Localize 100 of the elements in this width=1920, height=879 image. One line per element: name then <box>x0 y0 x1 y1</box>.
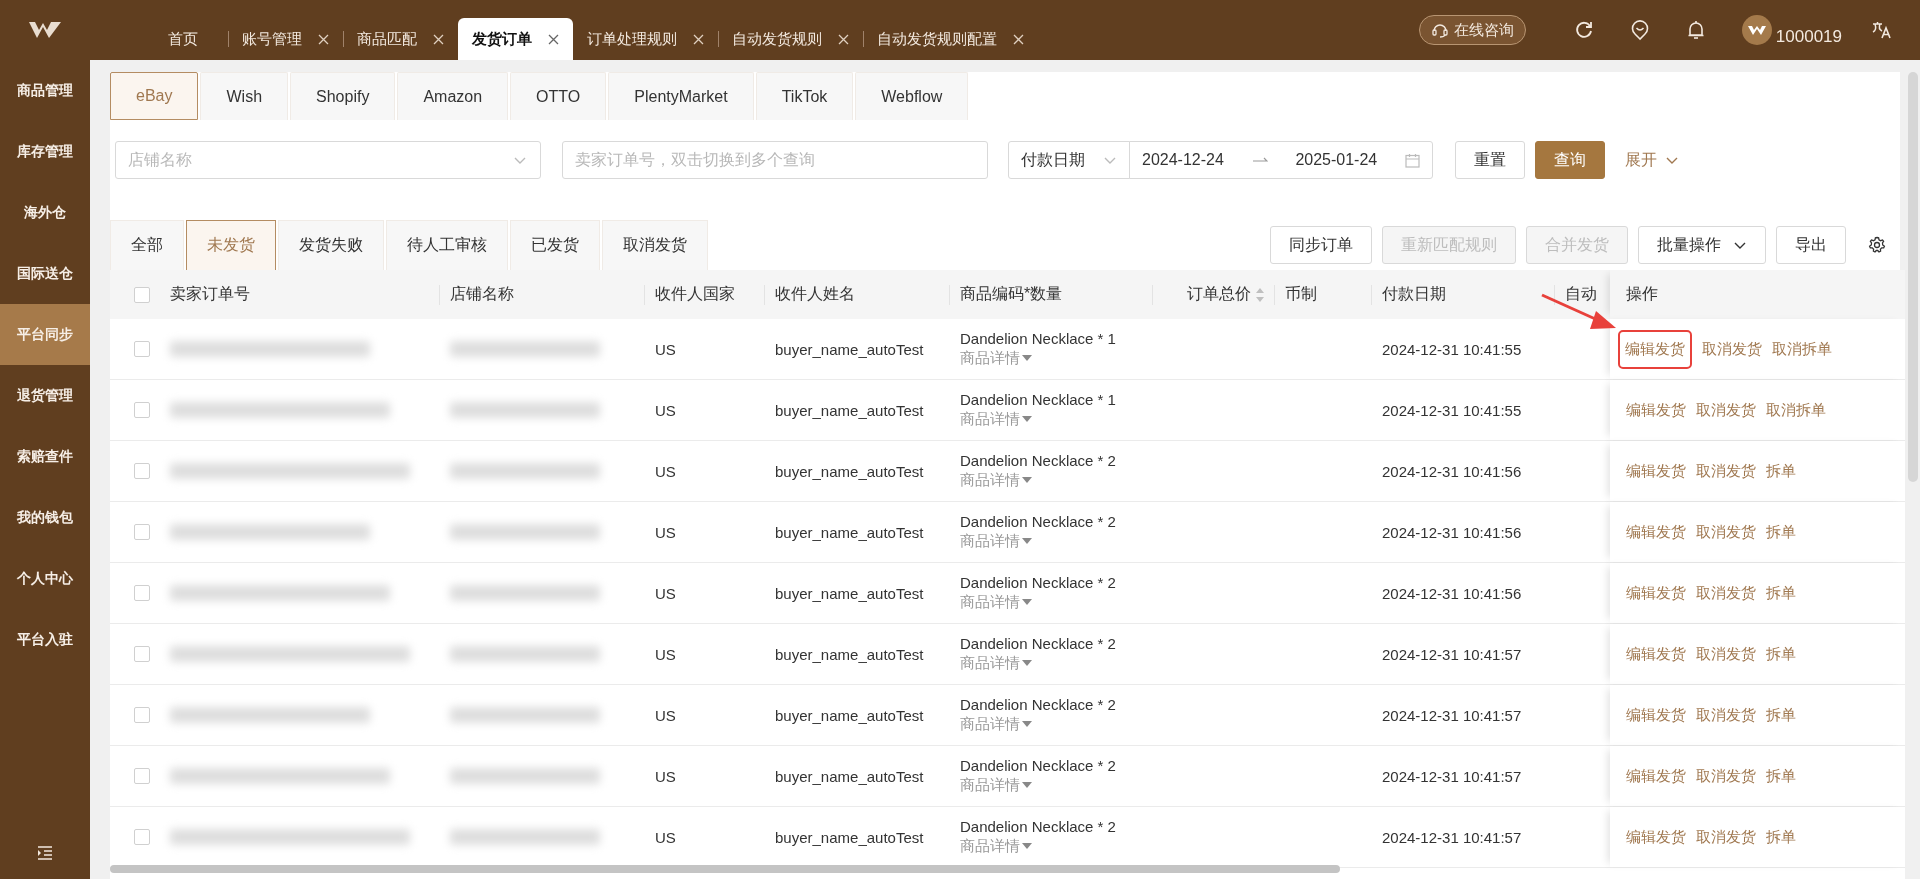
collapse-menu-icon[interactable] <box>37 846 53 860</box>
online-consult-button[interactable]: 在线咨询 <box>1418 15 1526 45</box>
row-checkbox[interactable] <box>134 646 150 662</box>
status-tab[interactable]: 取消发货 <box>602 220 708 270</box>
action-link[interactable]: 取消发货 <box>1696 583 1756 603</box>
platform-tab[interactable]: OTTO <box>510 72 607 120</box>
row-checkbox[interactable] <box>134 524 150 540</box>
action-link[interactable]: 编辑发货 <box>1626 583 1686 603</box>
action-link[interactable]: 取消发货 <box>1696 827 1756 847</box>
scrollbar-thumb[interactable] <box>1908 72 1918 482</box>
sidebar-item[interactable]: 个人中心 <box>0 548 90 609</box>
page-tab[interactable]: 首页 <box>138 18 228 60</box>
platform-tab[interactable]: TikTok <box>755 72 854 120</box>
action-link[interactable]: 拆单 <box>1766 461 1796 481</box>
product-details-toggle[interactable]: 商品详情 <box>960 776 1032 795</box>
refresh-icon[interactable] <box>1573 20 1594 40</box>
close-icon[interactable] <box>548 33 559 45</box>
batch-actions-dropdown[interactable]: 批量操作 <box>1638 226 1766 264</box>
action-link[interactable]: 取消发货 <box>1702 339 1762 359</box>
action-link[interactable]: 编辑发货 <box>1626 644 1686 664</box>
order-number-field[interactable]: 卖家订单号，双击切换到多个查询 <box>562 141 988 179</box>
date-range-field[interactable]: 2024-12-24 2025-01-24 <box>1129 141 1433 179</box>
action-link[interactable]: 拆单 <box>1766 522 1796 542</box>
row-checkbox[interactable] <box>134 463 150 479</box>
action-link[interactable]: 取消发货 <box>1696 400 1756 420</box>
status-tab[interactable]: 已发货 <box>510 220 600 270</box>
action-link[interactable]: 拆单 <box>1766 766 1796 786</box>
action-link[interactable]: 取消拆单 <box>1772 339 1832 359</box>
action-link[interactable]: 取消发货 <box>1696 644 1756 664</box>
toolbar-button[interactable]: 导出 <box>1776 226 1846 264</box>
date-type-select[interactable]: 付款日期 <box>1008 141 1130 179</box>
user-id[interactable]: 1000019 <box>1775 28 1842 45</box>
country-cell: US <box>655 340 676 358</box>
reset-button[interactable]: 重置 <box>1455 141 1525 179</box>
sidebar-item[interactable]: 我的钱包 <box>0 487 90 548</box>
sidebar-item[interactable]: 商品管理 <box>0 60 90 121</box>
row-checkbox[interactable] <box>134 341 150 357</box>
platform-tab[interactable]: eBay <box>110 72 199 120</box>
action-link[interactable]: 编辑发货 <box>1626 705 1686 725</box>
page-tab[interactable]: 发货订单 <box>458 18 573 60</box>
product-details-toggle[interactable]: 商品详情 <box>960 471 1032 490</box>
platform-tab[interactable]: Amazon <box>397 72 509 120</box>
action-link[interactable]: 拆单 <box>1766 705 1796 725</box>
sidebar-item[interactable]: 平台同步 <box>0 304 90 365</box>
action-link[interactable]: 编辑发货 <box>1626 522 1686 542</box>
action-link[interactable]: 拆单 <box>1766 827 1796 847</box>
platform-tab[interactable]: PlentyMarket <box>608 72 754 120</box>
page-tab[interactable]: 订单处理规则 <box>573 18 718 60</box>
action-link[interactable]: 取消发货 <box>1696 705 1756 725</box>
sidebar-item[interactable]: 退货管理 <box>0 365 90 426</box>
row-checkbox[interactable] <box>134 585 150 601</box>
product-details-toggle[interactable]: 商品详情 <box>960 654 1032 673</box>
product-details-toggle[interactable]: 商品详情 <box>960 349 1032 368</box>
platform-tab[interactable]: Webflow <box>855 72 969 120</box>
product-details-toggle[interactable]: 商品详情 <box>960 715 1032 734</box>
select-all-checkbox[interactable] <box>134 286 150 303</box>
avatar-icon[interactable] <box>1741 15 1772 45</box>
status-tab[interactable]: 未发货 <box>186 220 276 270</box>
action-link[interactable]: 编辑发货 <box>1626 766 1686 786</box>
sidebar-item[interactable]: 国际送仓 <box>0 243 90 304</box>
sidebar-item[interactable]: 海外仓 <box>0 182 90 243</box>
action-link[interactable]: 取消拆单 <box>1766 400 1826 420</box>
expand-button[interactable]: 展开 <box>1619 148 1685 172</box>
sidebar-item[interactable]: 索赔查件 <box>0 426 90 487</box>
page-tab[interactable]: 自动发货规则 <box>718 18 863 60</box>
product-details-toggle[interactable]: 商品详情 <box>960 532 1032 551</box>
sidebar-item[interactable]: 库存管理 <box>0 121 90 182</box>
action-link[interactable]: 编辑发货 <box>1626 461 1686 481</box>
action-link[interactable]: 拆单 <box>1766 583 1796 603</box>
smiley-pin-icon[interactable] <box>1629 19 1650 41</box>
action-link[interactable]: 编辑发货 <box>1626 827 1686 847</box>
toolbar-button[interactable]: 同步订单 <box>1270 226 1372 264</box>
action-link[interactable]: 编辑发货 <box>1618 329 1692 369</box>
product-details-toggle[interactable]: 商品详情 <box>960 837 1032 856</box>
status-tab[interactable]: 发货失败 <box>278 220 384 270</box>
action-link[interactable]: 取消发货 <box>1696 766 1756 786</box>
status-tab[interactable]: 待人工审核 <box>386 220 508 270</box>
platform-tab[interactable]: Shopify <box>290 72 396 120</box>
horizontal-scrollbar[interactable] <box>110 865 1340 873</box>
page-tab[interactable]: 自动发货规则配置 <box>863 18 1038 60</box>
product-details-toggle[interactable]: 商品详情 <box>960 593 1032 612</box>
row-checkbox[interactable] <box>134 829 150 845</box>
page-tab[interactable]: 商品匹配 <box>343 18 458 60</box>
action-link[interactable]: 编辑发货 <box>1626 400 1686 420</box>
row-checkbox[interactable] <box>134 402 150 418</box>
shop-name-select[interactable]: 店铺名称 <box>115 141 541 179</box>
action-link[interactable]: 拆单 <box>1766 644 1796 664</box>
search-button[interactable]: 查询 <box>1535 141 1605 179</box>
row-checkbox[interactable] <box>134 768 150 784</box>
sidebar-item[interactable]: 平台入驻 <box>0 609 90 670</box>
settings-icon[interactable] <box>1868 236 1886 254</box>
action-link[interactable]: 取消发货 <box>1696 461 1756 481</box>
platform-tab[interactable]: Wish <box>200 72 289 120</box>
page-tab[interactable]: 账号管理 <box>228 18 343 60</box>
row-checkbox[interactable] <box>134 707 150 723</box>
payment-date-cell: 2024-12-31 10:41:57 <box>1382 645 1522 663</box>
product-details-toggle[interactable]: 商品详情 <box>960 410 1032 429</box>
action-link[interactable]: 取消发货 <box>1696 522 1756 542</box>
status-tab[interactable]: 全部 <box>110 220 184 270</box>
translate-icon[interactable] <box>1872 20 1892 40</box>
